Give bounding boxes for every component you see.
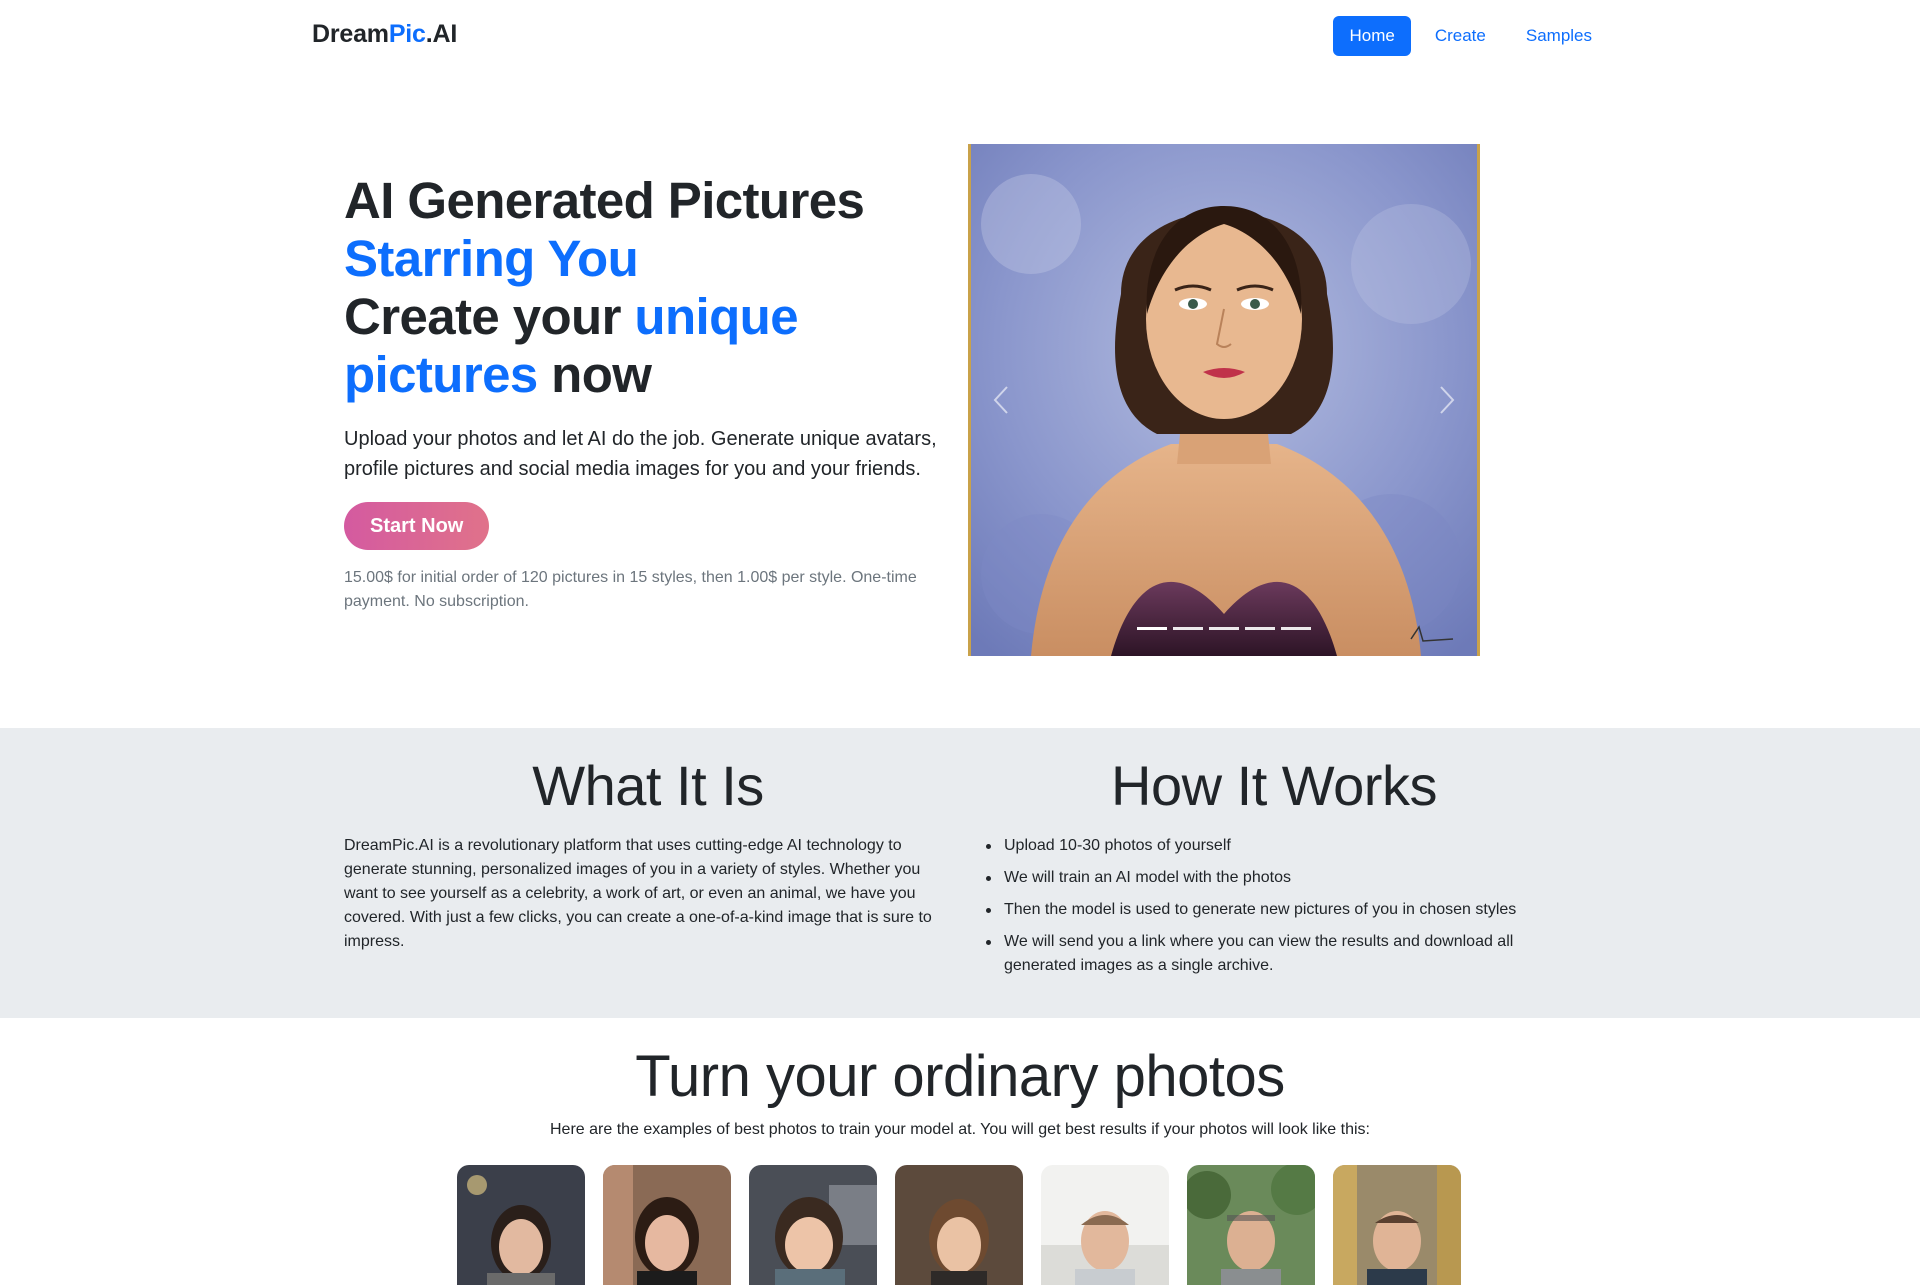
example-photo: [1041, 1165, 1169, 1285]
what-it-is-body: DreamPic.AI is a revolutionary platform …: [344, 837, 932, 950]
examples-subtitle: Here are the examples of best photos to …: [550, 1121, 1370, 1138]
chevron-left-icon: [993, 386, 1008, 414]
list-item: Then the model is used to generate new p…: [984, 898, 1564, 922]
hero-lead: Upload your photos and let AI do the job…: [344, 428, 937, 480]
what-it-is-column: What It Is DreamPic.AI is a revolutionar…: [344, 752, 952, 954]
hero-title-line-3b: unique: [634, 288, 798, 345]
nav-create[interactable]: Create: [1419, 16, 1502, 56]
hero-title-line-3a: Create your: [344, 288, 635, 345]
info-section: What It Is DreamPic.AI is a revolutionar…: [0, 728, 1920, 1018]
brand-part-1: Dream: [312, 20, 389, 48]
main-nav: Home Create Samples: [1333, 16, 1608, 56]
example-photo: [603, 1165, 731, 1285]
example-photo: [457, 1165, 585, 1285]
how-it-works-title: How It Works: [1111, 754, 1437, 817]
hero-carousel: [968, 144, 1480, 656]
carousel-portrait-image: [971, 144, 1477, 656]
brand-part-3: .AI: [425, 20, 458, 48]
hero-title-line-4a: pictures: [344, 346, 538, 403]
what-it-is-title: What It Is: [532, 754, 764, 817]
example-photo: [1333, 1165, 1461, 1285]
list-item: We will train an AI model with the photo…: [984, 866, 1564, 890]
how-it-works-steps: Upload 10-30 photos of yourself We will …: [984, 834, 1564, 978]
hero-title: AI Generated Pictures Starring You Creat…: [344, 172, 944, 404]
hero-title-line-1: AI Generated Pictures: [344, 172, 865, 229]
list-item: We will send you a link where you can vi…: [984, 930, 1564, 978]
nav-home[interactable]: Home: [1333, 16, 1411, 56]
carousel-indicator[interactable]: [1245, 627, 1275, 630]
carousel-next-button[interactable]: [1417, 370, 1477, 430]
hero-section: AI Generated Pictures Starring You Creat…: [344, 172, 944, 614]
chevron-right-icon: [1440, 386, 1455, 414]
nav-samples[interactable]: Samples: [1510, 16, 1608, 56]
carousel-indicators: [971, 627, 1477, 630]
navbar: DreamPic.AI Home Create Samples: [0, 0, 1920, 72]
price-note: 15.00$ for initial order of 120 pictures…: [344, 569, 917, 610]
brand-part-2: Pic: [388, 20, 426, 48]
carousel-indicator[interactable]: [1137, 627, 1167, 630]
list-item: Upload 10-30 photos of yourself: [984, 834, 1564, 858]
example-photo: [895, 1165, 1023, 1285]
start-now-button[interactable]: Start Now: [344, 502, 490, 550]
example-photo: [1187, 1165, 1315, 1285]
carousel-prev-button[interactable]: [971, 370, 1031, 430]
brand-logo[interactable]: DreamPic.AI: [312, 20, 457, 49]
carousel-indicator[interactable]: [1173, 627, 1203, 630]
how-it-works-column: How It Works Upload 10-30 photos of your…: [984, 752, 1564, 986]
carousel-indicator[interactable]: [1281, 627, 1311, 630]
examples-title: Turn your ordinary photos: [635, 1044, 1285, 1109]
carousel-indicator[interactable]: [1209, 627, 1239, 630]
hero-title-line-4b: now: [537, 346, 652, 403]
hero-title-line-2: Starring You: [344, 230, 639, 287]
example-photo: [749, 1165, 877, 1285]
example-photos: [457, 1165, 1461, 1285]
